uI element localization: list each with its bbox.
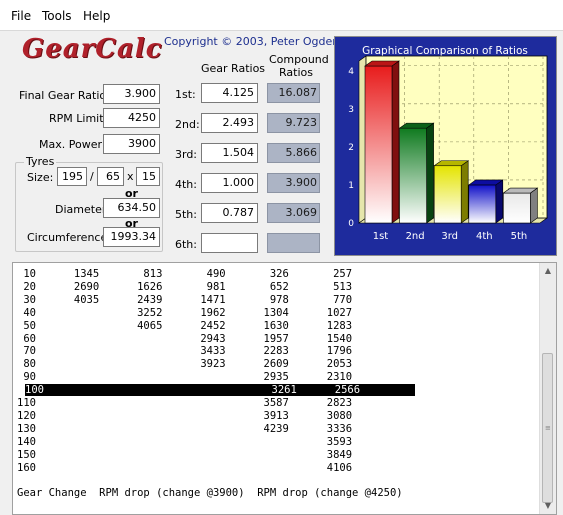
final-gear-ratio-field[interactable]: 3.900 — [103, 84, 160, 104]
compound-ratios-header-line1: Compound — [269, 53, 329, 66]
compound-ratio-6th — [267, 233, 320, 253]
gear-label-1st: 1st: — [175, 88, 196, 101]
tyre-width-field[interactable]: 195 — [57, 167, 87, 186]
y-tick-label: 1 — [348, 181, 354, 191]
menu-help[interactable]: Help — [83, 9, 110, 23]
max-power-field[interactable]: 3900 — [103, 134, 160, 154]
tyres-group-title: Tyres — [24, 155, 57, 168]
output-row[interactable]: Gear Change RPM drop (change @3900) RPM … — [17, 487, 403, 499]
gear-ratio-field-4th[interactable]: 1.000 — [201, 173, 258, 193]
bar — [468, 184, 497, 224]
tyre-rim-field[interactable]: 15 — [136, 167, 160, 186]
gear-ratio-field-2nd[interactable]: 2.493 — [201, 113, 258, 133]
final-gear-ratio-label: Final Gear Ratio: — [19, 89, 110, 102]
bar — [503, 192, 531, 224]
bar-side — [495, 179, 504, 224]
diameter-label: Diameter: — [55, 203, 110, 216]
scrollbar-thumb[interactable]: ≡ — [542, 353, 553, 503]
compound-ratios-header-line2: Ratios — [279, 66, 313, 79]
chart-title: Graphical Comparison of Ratios — [362, 45, 528, 57]
y-tick-label: 4 — [348, 67, 354, 77]
y-tick-label: 0 — [348, 219, 354, 229]
compound-ratio-2nd: 9.723 — [267, 113, 320, 133]
bar-side — [530, 187, 538, 224]
tyre-size-label: Size: — [27, 171, 54, 184]
circumference-field[interactable]: 1993.34 — [103, 227, 160, 247]
compound-ratio-5th: 3.069 — [267, 203, 320, 223]
bar-side — [391, 60, 400, 224]
gear-ratio-field-1st[interactable]: 4.125 — [201, 83, 258, 103]
circumference-label: Circumference: — [27, 231, 111, 244]
gear-label-6th: 6th: — [175, 238, 197, 251]
max-power-label: Max. Power: — [39, 138, 106, 151]
gear-label-4th: 4th: — [175, 178, 197, 191]
rpm-output-list[interactable]: 10 1345 813 490 326 257 20 2690 1626 981… — [12, 262, 557, 515]
diameter-field[interactable]: 634.50 — [103, 198, 160, 218]
output-row[interactable]: 40 3252 1962 1304 1027 — [17, 307, 352, 319]
grip-icon: ≡ — [545, 424, 551, 432]
menu-tools[interactable]: Tools — [42, 9, 72, 23]
bar — [364, 65, 393, 224]
bar-side — [426, 122, 434, 224]
output-row[interactable]: 80 3923 2609 2053 — [17, 358, 352, 370]
ratio-chart-panel: Graphical Comparison of Ratios 0 1 2 3 4 1st 2n… — [334, 36, 557, 256]
tyre-profile-field[interactable]: 65 — [97, 167, 124, 186]
output-row[interactable]: 140 3593 — [17, 436, 352, 448]
compound-ratio-1st: 16.087 — [267, 83, 320, 103]
bar — [433, 165, 462, 224]
menu-file[interactable]: File — [11, 9, 31, 23]
tyre-size-separator-slash: / — [90, 170, 94, 183]
output-row[interactable]: 110 3587 2823 — [17, 397, 352, 409]
main-panel: GearCalc Copyright © 2003, Peter Ogden F… — [0, 31, 563, 259]
gearcalc-logo: GearCalc — [22, 34, 163, 64]
vertical-scrollbar[interactable]: ▲ ≡ ▼ — [539, 263, 556, 514]
gear-ratio-field-6th[interactable] — [201, 233, 258, 253]
compound-ratio-3rd: 5.866 — [267, 143, 320, 163]
output-row[interactable]: 90 2935 2310 — [17, 371, 352, 383]
x-tick-label: 1st — [373, 231, 389, 242]
bar-side — [460, 160, 469, 224]
gear-label-3rd: 3rd: — [175, 148, 198, 161]
gear-ratio-field-5th[interactable]: 0.787 — [201, 203, 258, 223]
output-row[interactable]: 20 2690 1626 981 652 513 — [17, 281, 352, 293]
output-row[interactable]: 160 4106 — [17, 462, 352, 474]
output-row-selected[interactable]: 100 3261 2566 — [25, 384, 415, 397]
scroll-down-icon[interactable]: ▼ — [540, 498, 556, 514]
menu-bar: File Tools Help — [0, 0, 563, 31]
gear-ratio-field-3rd[interactable]: 1.504 — [201, 143, 258, 163]
scroll-up-icon[interactable]: ▲ — [540, 263, 556, 279]
output-row[interactable]: 30 4035 2439 1471 978 770 — [17, 294, 352, 306]
output-row[interactable]: 60 2943 1957 1540 — [17, 333, 352, 345]
y-tick-label: 2 — [348, 143, 354, 153]
rpm-limit-label: RPM Limit: — [49, 112, 108, 125]
bar — [399, 127, 427, 224]
ratio-bar-chart: Graphical Comparison of Ratios 0 1 2 3 4 1st 2n… — [348, 45, 548, 242]
x-tick-label: 3rd — [441, 231, 458, 242]
copyright-text: Copyright © 2003, Peter Ogden — [164, 35, 340, 48]
output-row[interactable]: 70 3433 2283 1796 — [17, 345, 352, 357]
rpm-limit-field[interactable]: 4250 — [103, 108, 160, 128]
y-tick-label: 3 — [348, 105, 354, 115]
output-row[interactable]: 150 3849 — [17, 449, 352, 461]
gear-label-5th: 5th: — [175, 208, 197, 221]
tyre-size-separator-x: x — [127, 170, 134, 183]
output-row[interactable]: 120 3913 3080 — [17, 410, 352, 422]
x-tick-label: 5th — [511, 231, 528, 242]
compound-ratio-4th: 3.900 — [267, 173, 320, 193]
output-row[interactable]: 130 4239 3336 — [17, 423, 352, 435]
x-tick-label: 4th — [476, 231, 493, 242]
output-row[interactable]: 50 4065 2452 1630 1283 — [17, 320, 352, 332]
output-row[interactable]: 10 1345 813 490 326 257 — [17, 268, 352, 280]
x-tick-label: 2nd — [406, 231, 425, 242]
gear-ratios-header: Gear Ratios — [201, 62, 266, 75]
gear-label-2nd: 2nd: — [175, 118, 200, 131]
